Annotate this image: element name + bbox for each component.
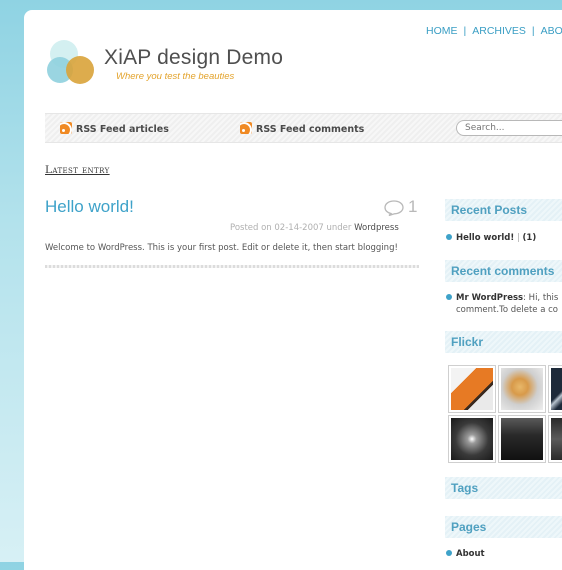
bullet-icon <box>446 234 452 240</box>
rss-articles-label: RSS Feed articles <box>76 124 169 135</box>
post-title[interactable]: Hello world! <box>45 197 134 217</box>
post-date: Posted on 02-14-2007 under <box>230 223 352 233</box>
nav-separator: | <box>463 25 467 37</box>
recent-comments-heading: Recent comments <box>445 260 562 282</box>
post-meta: Posted on 02-14-2007 under Wordpress <box>230 223 399 233</box>
tags-heading: Tags <box>445 477 562 499</box>
pages-item: About <box>446 549 485 559</box>
nav-archives[interactable]: ARCHIVES <box>472 25 526 37</box>
flickr-thumb-5[interactable] <box>498 415 546 463</box>
rss-icon <box>240 122 252 134</box>
rss-comments-label: RSS Feed comments <box>256 124 365 135</box>
comment-excerpt-line2: comment.To delete a co <box>456 305 558 315</box>
site-tagline: Where you test the beauties <box>116 71 235 82</box>
post-body: Welcome to WordPress. This is your first… <box>45 243 398 253</box>
top-nav: HOME | ARCHIVES | ABOUT <box>426 25 562 37</box>
section-label: Latest entry <box>45 164 110 176</box>
comment-icon[interactable] <box>384 200 404 216</box>
comment-excerpt: : Hi, this <box>523 293 559 303</box>
page-container: HOME | ARCHIVES | ABOUT XiAP design Demo Whe… <box>24 10 562 570</box>
recent-posts-heading: Recent Posts <box>445 199 562 221</box>
feed-bar: RSS Feed articles RSS Feed comments <box>45 113 562 143</box>
bullet-icon <box>446 294 452 300</box>
flickr-thumb-6[interactable] <box>548 415 562 463</box>
rss-comments-link[interactable]: RSS Feed comments <box>240 122 364 135</box>
rss-articles-link[interactable]: RSS Feed articles <box>60 122 169 135</box>
pages-heading: Pages <box>445 516 562 538</box>
comment-author-link[interactable]: Mr WordPress <box>456 293 523 303</box>
recent-post-item: Hello world! | (1) <box>446 233 536 243</box>
logo-icon[interactable] <box>46 38 98 90</box>
bullet-icon <box>446 550 452 556</box>
flickr-thumb-3[interactable] <box>548 365 562 413</box>
recent-comment-item: Mr WordPress: Hi, this <box>446 293 558 303</box>
flickr-thumb-1[interactable] <box>448 365 496 413</box>
post-category-link[interactable]: Wordpress <box>354 223 399 233</box>
nav-about[interactable]: ABOUT <box>541 25 562 37</box>
recent-post-count: (1) <box>522 233 537 243</box>
flickr-thumb-2[interactable] <box>498 365 546 413</box>
nav-home[interactable]: HOME <box>426 25 458 37</box>
flickr-thumb-4[interactable] <box>448 415 496 463</box>
recent-post-link[interactable]: Hello world! <box>456 233 514 243</box>
flickr-heading: Flickr <box>445 331 562 353</box>
recent-post-separator: | <box>516 233 520 243</box>
post-divider <box>45 265 419 268</box>
search-input[interactable] <box>456 120 562 136</box>
comment-count[interactable]: 1 <box>408 197 417 217</box>
rss-icon <box>60 122 72 134</box>
page-link-about[interactable]: About <box>456 549 485 559</box>
nav-separator: | <box>531 25 535 37</box>
site-title[interactable]: XiAP design Demo <box>104 46 283 70</box>
